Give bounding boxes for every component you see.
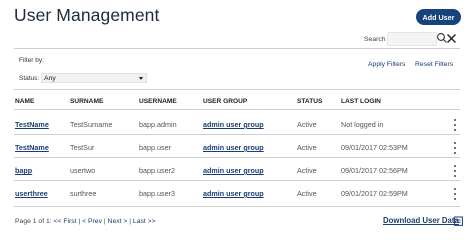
- more-vertical-icon[interactable]: [453, 142, 457, 154]
- next-page-link[interactable]: Next >: [108, 218, 128, 225]
- user-status: Active: [297, 166, 317, 175]
- close-icon[interactable]: [446, 33, 457, 44]
- column-header-status[interactable]: STATUS: [297, 98, 322, 105]
- user-last-login: Not logged in: [341, 120, 384, 129]
- search-input[interactable]: [387, 32, 437, 46]
- user-surname: TestSur: [70, 143, 95, 152]
- user-last-login: 09/01/2017 02:59PM: [341, 189, 408, 198]
- user-last-login: 09/01/2017 02:53PM: [341, 143, 408, 152]
- user-last-login: 09/01/2017 02:56PM: [341, 166, 408, 175]
- column-header-name[interactable]: NAME: [15, 98, 34, 105]
- user-group-link[interactable]: admin user group: [203, 120, 264, 129]
- user-name-link[interactable]: TestName: [15, 143, 49, 152]
- last-page-link[interactable]: Last >>: [133, 218, 156, 225]
- download-user-data-link[interactable]: Download User Data: [383, 216, 459, 225]
- user-name-link[interactable]: TestName: [15, 120, 49, 129]
- pagination: Page 1 of 1: << First | < Prev | Next > …: [15, 218, 156, 225]
- status-select-value: Any: [44, 74, 56, 82]
- user-status: Active: [297, 189, 317, 198]
- export-icon[interactable]: [454, 216, 463, 226]
- more-vertical-icon[interactable]: [453, 165, 457, 177]
- user-status: Active: [297, 143, 317, 152]
- row-divider: [14, 134, 460, 135]
- page-title: User Management: [14, 5, 160, 25]
- row-divider: [14, 157, 460, 158]
- user-username: bapp.user: [139, 143, 171, 152]
- status-filter-label: Status:: [19, 75, 40, 82]
- add-user-button[interactable]: Add User: [416, 9, 461, 25]
- row-divider: [14, 180, 460, 181]
- divider: [14, 89, 460, 90]
- user-username: bapp.admin: [139, 120, 177, 129]
- user-surname: TestSurname: [70, 120, 113, 129]
- user-username: bapp.user3: [139, 189, 175, 198]
- page-indicator: Page 1 of 1:: [15, 218, 52, 225]
- column-header-last-login[interactable]: LAST LOGIN: [341, 98, 381, 105]
- row-divider: [14, 206, 460, 207]
- status-select[interactable]: Any: [41, 73, 147, 83]
- user-name-link[interactable]: bapp: [15, 166, 32, 175]
- user-group-link[interactable]: admin user group: [203, 189, 264, 198]
- user-group-link[interactable]: admin user group: [203, 143, 264, 152]
- divider: [14, 48, 460, 49]
- user-surname: usertwo: [70, 166, 96, 175]
- more-vertical-icon[interactable]: [453, 119, 457, 131]
- column-header-user-group[interactable]: USER GROUP: [203, 98, 247, 105]
- divider: [14, 109, 460, 110]
- search-label: Search: [364, 36, 386, 43]
- filter-by-label: Filter by:: [19, 57, 44, 64]
- more-vertical-icon[interactable]: [453, 188, 457, 200]
- user-group-link[interactable]: admin user group: [203, 166, 264, 175]
- user-status: Active: [297, 120, 317, 129]
- column-header-surname[interactable]: SURNAME: [70, 98, 103, 105]
- apply-filters-link[interactable]: Apply Filters: [368, 61, 405, 68]
- user-surname: surthree: [70, 189, 97, 198]
- column-header-username[interactable]: USERNAME: [139, 98, 177, 105]
- user-username: bapp.user2: [139, 166, 175, 175]
- first-page-link[interactable]: << First: [54, 218, 77, 225]
- chevron-down-icon: [139, 77, 143, 80]
- prev-page-link[interactable]: < Prev: [82, 218, 102, 225]
- user-name-link[interactable]: userthree: [15, 189, 48, 198]
- reset-filters-link[interactable]: Reset Filters: [415, 61, 453, 68]
